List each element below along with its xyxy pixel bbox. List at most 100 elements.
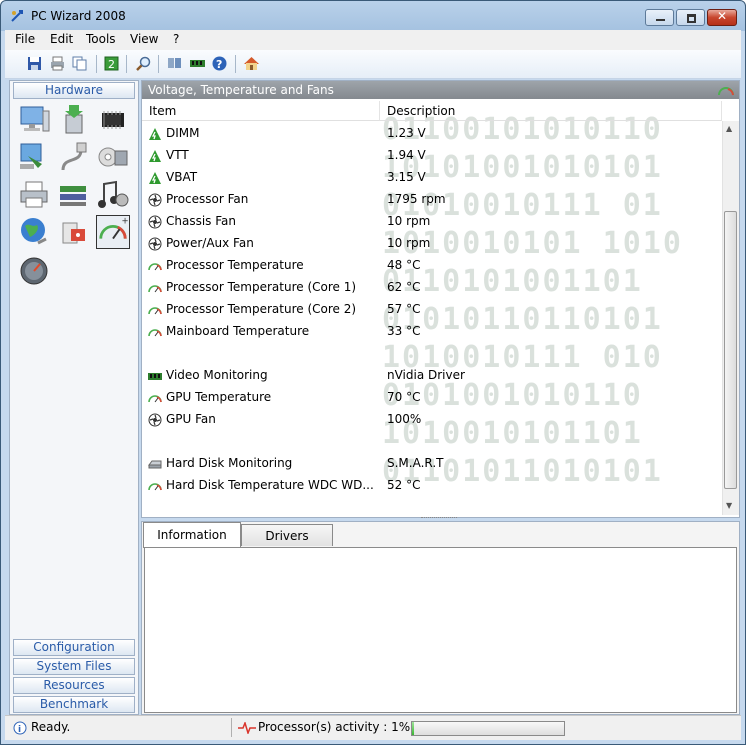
disk-icon <box>148 456 162 470</box>
security-icon[interactable] <box>57 215 91 249</box>
tab-content <box>144 547 737 713</box>
row-item-value: 10 rpm <box>387 236 431 250</box>
table-row[interactable]: DIMM 1.23 V <box>142 122 722 144</box>
print-icon[interactable] <box>49 55 66 72</box>
table-row[interactable]: Chassis Fan 10 rpm <box>142 210 722 232</box>
maximize-icon <box>687 14 696 23</box>
display-icon[interactable] <box>18 140 52 174</box>
row-item-value: 10 rpm <box>387 214 431 228</box>
menu-view[interactable]: View <box>130 32 158 46</box>
nav-configuration[interactable]: Configuration <box>13 639 135 656</box>
temp-icon <box>148 324 162 338</box>
table-row[interactable]: VTT 1.94 V <box>142 144 722 166</box>
window-title: PC Wizard 2008 <box>31 9 126 23</box>
row-item-name: GPU Fan <box>166 412 216 426</box>
voltage-temperature-fans-button[interactable]: + <box>96 215 130 249</box>
nav-hardware[interactable]: Hardware <box>13 82 135 99</box>
table-row[interactable]: GPU Fan 100% <box>142 408 722 430</box>
temp-icon <box>148 302 162 316</box>
row-item-name: Hard Disk Monitoring <box>166 456 293 470</box>
table-row[interactable]: Power/Aux Fan 10 rpm <box>142 232 722 254</box>
menu-bar: File Edit Tools View ? <box>5 30 741 50</box>
memory-icon[interactable] <box>189 55 206 72</box>
row-item-name: Processor Temperature <box>166 258 304 272</box>
scrollbar-thumb[interactable] <box>724 211 737 489</box>
globe-icon[interactable] <box>18 215 52 249</box>
refresh-icon[interactable]: 2 <box>103 55 120 72</box>
printer-icon[interactable] <box>18 178 52 212</box>
toolbar-separator <box>96 55 97 73</box>
fan-icon <box>148 214 162 229</box>
tab-drivers[interactable]: Drivers <box>241 524 333 546</box>
table-row[interactable]: Hard Disk Monitoring S.M.A.R.T <box>142 452 722 474</box>
fan-icon <box>148 236 162 251</box>
row-item-name: Processor Fan <box>166 192 249 206</box>
row-item-value: 48 °C <box>387 258 421 272</box>
row-item-name: Video Monitoring <box>166 368 268 382</box>
title-bar[interactable]: PC Wizard 2008 ✕ <box>1 1 745 30</box>
blank-icon <box>148 346 162 360</box>
table-row[interactable]: GPU Temperature 70 °C <box>142 386 722 408</box>
status-text: Ready. <box>31 720 71 734</box>
menu-file[interactable]: File <box>15 32 35 46</box>
toolbar-separator <box>235 55 236 73</box>
row-item-value: 57 °C <box>387 302 421 316</box>
table-row[interactable]: Processor Fan 1795 rpm <box>142 188 722 210</box>
speedometer-icon[interactable] <box>18 255 52 289</box>
usb-cable-icon[interactable] <box>57 140 91 174</box>
panel-title-bar: Voltage, Temperature and Fans <box>142 81 739 99</box>
row-item-value: 1795 rpm <box>387 192 446 206</box>
details-pane: Voltage, Temperature and Fans 0110010101… <box>141 80 740 518</box>
voltage-icon <box>148 170 162 184</box>
home-icon[interactable] <box>243 55 260 72</box>
nav-benchmark[interactable]: Benchmark <box>13 696 135 713</box>
motherboard-icon[interactable] <box>57 103 91 137</box>
table-row[interactable]: Processor Temperature 48 °C <box>142 254 722 276</box>
table-row[interactable] <box>142 430 722 452</box>
activity-icon <box>238 722 256 734</box>
tab-information[interactable]: Information <box>143 522 241 548</box>
computer-icon[interactable] <box>18 103 52 137</box>
app-icon <box>11 10 23 22</box>
voltage-icon <box>148 148 162 162</box>
scroll-down-icon[interactable]: ▼ <box>726 501 732 510</box>
search-icon[interactable] <box>135 55 152 72</box>
table-row[interactable] <box>142 342 722 364</box>
fan-icon <box>148 412 162 427</box>
scroll-up-icon[interactable]: ▲ <box>726 124 732 133</box>
table-row[interactable]: Video Monitoring nVidia Driver <box>142 364 722 386</box>
minimize-button[interactable] <box>645 9 674 26</box>
panel-gauge-icon <box>718 87 734 96</box>
cpu-chip-icon[interactable] <box>96 103 130 137</box>
column-header-item[interactable]: Item <box>142 101 380 121</box>
save-icon[interactable] <box>26 55 43 72</box>
table-row[interactable]: VBAT 3.15 V <box>142 166 722 188</box>
table-row[interactable]: Processor Temperature (Core 1) 62 °C <box>142 276 722 298</box>
network-icon[interactable] <box>166 55 183 72</box>
column-header-description[interactable]: Description <box>380 101 722 121</box>
menu-edit[interactable]: Edit <box>50 32 73 46</box>
nav-system-files[interactable]: System Files <box>13 658 135 675</box>
sound-icon[interactable] <box>96 178 130 212</box>
row-item-name: VTT <box>166 148 189 162</box>
network-cards-icon[interactable] <box>57 178 91 212</box>
table-row[interactable]: Mainboard Temperature 33 °C <box>142 320 722 342</box>
menu-help[interactable]: ? <box>173 32 179 46</box>
drives-icon[interactable] <box>96 140 130 174</box>
close-button[interactable]: ✕ <box>707 9 737 26</box>
info-icon: i <box>13 721 27 735</box>
left-nav-pane: Hardware + Configuration System Files Re… <box>9 80 139 715</box>
table-row[interactable]: Hard Disk Temperature WDC WD... 52 °C <box>142 474 722 496</box>
help-icon[interactable]: ? <box>211 55 228 72</box>
row-item-name: GPU Temperature <box>166 390 272 404</box>
maximize-button[interactable] <box>676 9 705 26</box>
menu-tools[interactable]: Tools <box>86 32 116 46</box>
row-item-name: Hard Disk Temperature WDC WD... <box>166 478 374 492</box>
copy-icon[interactable] <box>71 55 88 72</box>
vertical-scrollbar[interactable]: ▲ ▼ <box>722 121 739 515</box>
svg-text:?: ? <box>216 58 222 71</box>
nav-resources[interactable]: Resources <box>13 677 135 694</box>
svg-text:+: + <box>121 216 128 226</box>
table-row[interactable]: Processor Temperature (Core 2) 57 °C <box>142 298 722 320</box>
row-item-value: 70 °C <box>387 390 421 404</box>
